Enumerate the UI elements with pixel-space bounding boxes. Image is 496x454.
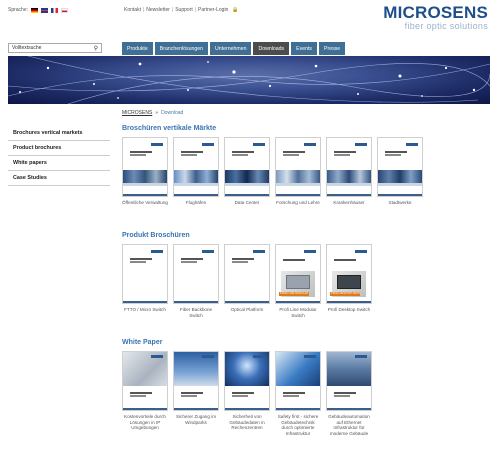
- brochure-cover: [224, 137, 270, 197]
- sidebar: Brochures vertical markets Product broch…: [8, 126, 110, 186]
- german-flag-icon[interactable]: [31, 7, 39, 13]
- white-paper-card[interactable]: Sicherheit von Gebäudedaten in Rechenzen…: [224, 351, 270, 436]
- brochure-grid-vertical-markets: Öffentliche Verwaltung Flughäfen Data Ce…: [122, 137, 423, 206]
- brochure-card[interactable]: Stadtwerke: [377, 137, 423, 206]
- brochure-cover: [122, 137, 168, 197]
- brochure-card[interactable]: Data Center: [224, 137, 270, 206]
- brochure-caption: Krankenhäuser: [333, 200, 365, 205]
- brochure-caption: Stadtwerke: [388, 200, 412, 205]
- white-paper-caption: Gebäudeautomation auf Ethernet Infrastru…: [328, 414, 370, 436]
- brochure-grid-white-papers: Kostenvorteile durch Lösungen in IP Umge…: [122, 351, 372, 436]
- brochure-caption: FTTO / Micro Switch: [124, 307, 166, 312]
- brochure-caption: Flughäfen: [185, 200, 207, 205]
- brochure-card[interactable]: Krankenhäuser: [326, 137, 372, 206]
- brochure-cover: [224, 244, 270, 304]
- brochure-card[interactable]: Fiber Backbone Switch: [173, 244, 219, 318]
- search-input[interactable]: [9, 44, 89, 52]
- nav-item-produkte[interactable]: Produkte: [122, 42, 153, 55]
- nav-item-downloads[interactable]: Downloads: [253, 42, 290, 55]
- polish-flag-icon[interactable]: [61, 7, 69, 13]
- language-label: Sprache:: [8, 7, 29, 13]
- white-paper-cover: [326, 351, 372, 411]
- top-link-newsletter[interactable]: Newsletter: [146, 7, 170, 13]
- brochure-cover: [122, 244, 168, 304]
- product-badge: PROFI LINE MODULAR: [279, 292, 309, 296]
- brochure-cover: [377, 137, 423, 197]
- logo[interactable]: MICROSENS fiber optic solutions: [383, 4, 488, 31]
- brochure-caption: Data Center: [234, 200, 260, 205]
- brochure-cover: [173, 137, 219, 197]
- logo-wordmark: MICROSENS: [383, 3, 488, 22]
- main-nav: Produkte Branchenlösungen Unternehmen Do…: [122, 42, 346, 55]
- breadcrumb: MICROSENS » Download: [122, 110, 183, 116]
- white-paper-cover: [122, 351, 168, 411]
- white-paper-card[interactable]: Gebäudeautomation auf Ethernet Infrastru…: [326, 351, 372, 436]
- brochure-caption: Optical Platform: [230, 307, 264, 312]
- white-paper-cover: [224, 351, 270, 411]
- brochure-cover: [326, 137, 372, 197]
- nav-item-unternehmen[interactable]: Unternehmen: [210, 42, 252, 55]
- top-link-support[interactable]: Support: [175, 7, 193, 13]
- white-paper-caption: Sicherheit von Gebäudedaten in Rechenzen…: [229, 414, 265, 431]
- white-paper-cover: [173, 351, 219, 411]
- nav-item-branchenloesungen[interactable]: Branchenlösungen: [154, 42, 209, 55]
- brochure-caption: Öffentliche Verwaltung: [122, 200, 168, 205]
- white-paper-caption: Safety first - sichere Gebäudetechnik du…: [277, 414, 319, 436]
- brochure-card[interactable]: PROFI DESKTOP SWITCH Profi Desktop Switc…: [326, 244, 372, 318]
- brochure-caption: Profi Line Modular Switch: [279, 307, 317, 318]
- section-title-product-brochures: Produkt Broschüren: [122, 232, 190, 239]
- search-icon[interactable]: ⚲: [94, 45, 98, 52]
- white-paper-caption: Kostenvorteile durch Lösungen in IP Umge…: [124, 414, 166, 431]
- breadcrumb-separator: »: [155, 110, 159, 116]
- brochure-card[interactable]: Optical Platform: [224, 244, 270, 318]
- brochure-grid-products: FTTO / Micro Switch Fiber Backbone Switc…: [122, 244, 372, 318]
- white-paper-cover: [275, 351, 321, 411]
- sidebar-item-case-studies[interactable]: Case Studies: [8, 171, 110, 186]
- brochure-card[interactable]: PROFI LINE MODULAR Profi Line Modular Sw…: [275, 244, 321, 318]
- white-paper-card[interactable]: Kostenvorteile durch Lösungen in IP Umge…: [122, 351, 168, 436]
- brochure-card[interactable]: FTTO / Micro Switch: [122, 244, 168, 318]
- brochure-cover: [275, 137, 321, 197]
- brochure-caption: Forschung und Lehre: [276, 200, 320, 205]
- sidebar-item-white-papers[interactable]: White papers: [8, 156, 110, 171]
- white-paper-caption: Sicherer Zugang im Windparks: [175, 414, 217, 425]
- brochure-card[interactable]: Forschung und Lehre: [275, 137, 321, 206]
- section-title-white-paper: White Paper: [122, 339, 163, 346]
- top-link-contact[interactable]: Kontakt: [124, 7, 141, 13]
- lock-icon: 🔒: [232, 7, 239, 13]
- nav-item-presse[interactable]: Presse: [319, 42, 346, 55]
- top-links: Kontakt | Newsletter | Support | Partner…: [124, 7, 239, 13]
- fiber-banner-image: [8, 56, 490, 104]
- sidebar-item-product-brochures[interactable]: Product brochures: [8, 141, 110, 156]
- search-box: ⚲: [8, 43, 102, 53]
- english-flag-icon[interactable]: [41, 7, 49, 13]
- french-flag-icon[interactable]: [51, 7, 59, 13]
- brochure-card[interactable]: Öffentliche Verwaltung: [122, 137, 168, 206]
- breadcrumb-home[interactable]: MICROSENS: [122, 110, 152, 116]
- brochure-cover: [173, 244, 219, 304]
- nav-item-events[interactable]: Events: [291, 42, 317, 55]
- brochure-card[interactable]: Flughäfen: [173, 137, 219, 206]
- breadcrumb-current: Download: [161, 110, 184, 116]
- brochure-cover: PROFI LINE MODULAR: [275, 244, 321, 304]
- top-link-partner-login[interactable]: Partner-Login: [198, 7, 228, 13]
- brochure-caption: Profi Desktop Switch: [327, 307, 371, 312]
- language-bar: Sprache:: [8, 7, 69, 13]
- section-title-vertical-markets: Broschüren vertikale Märkte: [122, 125, 217, 132]
- brochure-cover: PROFI DESKTOP SWITCH: [326, 244, 372, 304]
- sidebar-item-vertical-markets[interactable]: Brochures vertical markets: [8, 126, 110, 141]
- product-badge: PROFI DESKTOP SWITCH: [330, 292, 360, 296]
- brochure-caption: Fiber Backbone Switch: [179, 307, 213, 318]
- white-paper-card[interactable]: Safety first - sichere Gebäudetechnik du…: [275, 351, 321, 436]
- white-paper-card[interactable]: Sicherer Zugang im Windparks: [173, 351, 219, 436]
- logo-tagline: fiber optic solutions: [404, 21, 488, 31]
